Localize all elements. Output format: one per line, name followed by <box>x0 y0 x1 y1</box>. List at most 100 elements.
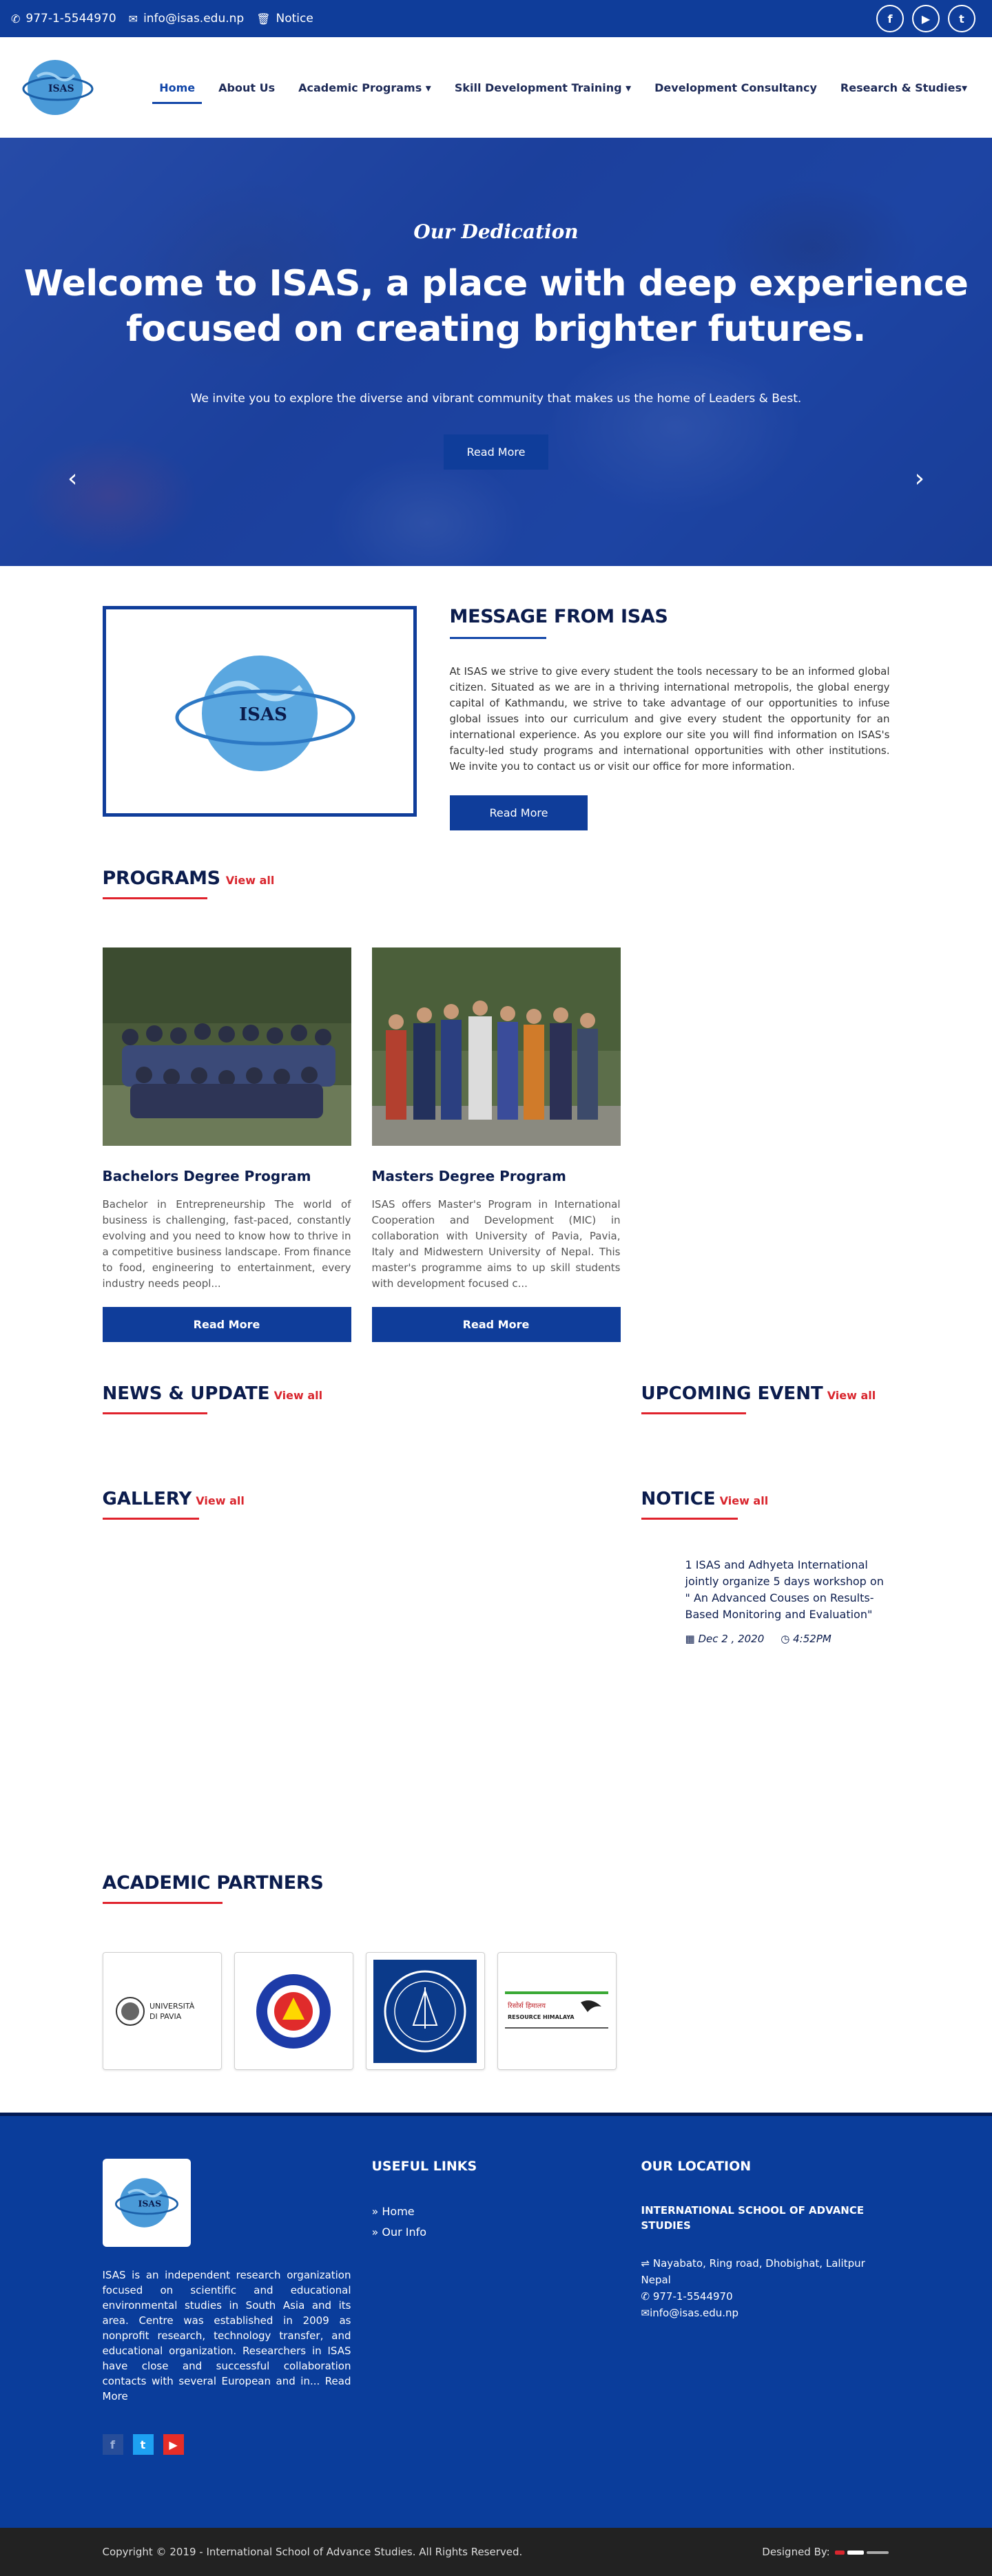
footer-social: f t ▶ <box>102 2434 351 2455</box>
masters-group-photo[interactable] <box>371 947 621 1146</box>
footer-about-text: ISAS is an independent research organiza… <box>102 2269 351 2402</box>
news-view-all-link[interactable]: View all <box>274 1389 323 1402</box>
hero-slider: ‹ › Our Dedication Welcome to ISAS, a pl… <box>0 138 992 566</box>
notice-date-text: Dec 2 , 2020 <box>698 1633 765 1645</box>
phone-text: 977-1-5544970 <box>25 12 116 25</box>
youtube-icon[interactable]: ▶ <box>163 2434 184 2455</box>
resource-himalaya-logo-icon: रिसोर्स हिमालय RESOURCE HIMALAYA <box>505 1991 608 2029</box>
program-card: Masters Degree Program ISAS offers Maste… <box>371 947 621 1342</box>
message-section: ISAS MESSAGE FROM ISAS At ISAS we strive… <box>102 566 890 830</box>
hero-content: Our Dedication Welcome to ISAS, a place … <box>0 138 992 470</box>
double-chevron-icon: » <box>371 2226 382 2239</box>
footer-link-home[interactable]: » Home <box>372 2201 621 2222</box>
nav-development-consultancy[interactable]: Development Consultancy <box>654 76 817 100</box>
notice-meta: ▦ Dec 2 , 2020 ◷ 4:52PM <box>685 1633 890 1645</box>
main-content: ISAS MESSAGE FROM ISAS At ISAS we strive… <box>102 566 890 2070</box>
notice-underline <box>641 1518 738 1520</box>
footer-link-home-label: Home <box>382 2205 415 2218</box>
notice-date: ▦ Dec 2 , 2020 <box>685 1633 765 1645</box>
gallery-header: GALLERY View all <box>103 1489 358 1509</box>
events-heading: UPCOMING EVENT <box>641 1383 823 1404</box>
twitter-icon[interactable]: t <box>132 2434 154 2455</box>
facebook-icon[interactable]: f <box>102 2434 123 2455</box>
news-events-row: NEWS & UPDATE View all UPCOMING EVENT Vi… <box>102 1383 890 1414</box>
gallery-underline <box>102 1518 199 1520</box>
nav-research-studies[interactable]: Research & Studies▾ <box>840 76 967 100</box>
hero-read-more-button[interactable]: Read More <box>443 434 549 470</box>
footer-logo[interactable]: ISAS <box>102 2159 191 2247</box>
gallery-view-all-link[interactable]: View all <box>196 1494 245 1507</box>
double-chevron-icon: » <box>371 2205 382 2218</box>
address-text: Nayabato, Ring road, Dhobighat, Lalitpur… <box>641 2257 865 2286</box>
program-card: Bachelors Degree Program Bachelor in Ent… <box>102 947 351 1342</box>
notice-link[interactable]: 🗑 Notice <box>256 12 313 25</box>
chevron-right-icon[interactable]: › <box>915 465 924 493</box>
svg-text:DI PAVIA: DI PAVIA <box>149 2012 182 2021</box>
footer-link-our-info[interactable]: » Our Info <box>372 2222 621 2243</box>
notice-view-all-link[interactable]: View all <box>720 1494 769 1507</box>
email-row[interactable]: ✉info@isas.edu.np <box>641 2305 890 2321</box>
program-read-more-button[interactable]: Read More <box>371 1307 621 1342</box>
program-description: ISAS offers Master's Program in Internat… <box>371 1198 621 1290</box>
events-view-all-link[interactable]: View all <box>827 1389 876 1402</box>
programs-list: Bachelors Degree Program Bachelor in Ent… <box>102 947 890 1342</box>
globe-logo-icon: ISAS <box>114 2178 178 2228</box>
notice-item-link[interactable]: 1 ISAS and Adhyeta International jointly… <box>685 1557 890 1623</box>
contact-info: ✆ 977-1-5544970 ✉ info@isas.edu.np 🗑 Not… <box>11 12 313 25</box>
chevron-left-icon[interactable]: ‹ <box>68 465 77 493</box>
partner-logo-midwestern[interactable] <box>234 1952 353 2070</box>
hero-dedication: Our Dedication <box>413 220 579 243</box>
globe-logo-icon: ISAS <box>22 57 94 118</box>
footer-phone-text: 977-1-5544970 <box>652 2290 733 2303</box>
phone-link[interactable]: ✆ 977-1-5544970 <box>11 12 116 25</box>
hero-title-line2: focused on creating brighter futures. <box>126 308 866 350</box>
twitter-icon[interactable]: t <box>948 5 975 32</box>
news-section: NEWS & UPDATE View all <box>102 1383 358 1414</box>
footer-email-text: info@isas.edu.np <box>650 2307 739 2319</box>
program-title: Masters Degree Program <box>371 1168 566 1184</box>
programs-underline <box>102 897 207 899</box>
useful-links-heading: USEFUL LINKS <box>371 2159 477 2174</box>
program-read-more-button[interactable]: Read More <box>102 1307 351 1342</box>
nav-menu: Home About Us Academic Programs ▾ Skill … <box>152 76 967 104</box>
partners-list: UNIVERSITÀ DI PAVIA रिसोर्स हिमालय RESOU… <box>102 1952 890 2070</box>
isas-logo[interactable]: ISAS <box>17 49 99 126</box>
svg-text:ISAS: ISAS <box>138 2198 161 2208</box>
nav-academic-programs[interactable]: Academic Programs ▾ <box>298 76 431 100</box>
designed-by[interactable]: Designed By: <box>762 2546 889 2558</box>
tribhuvan-seal-icon <box>373 1959 477 2063</box>
phone-row[interactable]: ✆ 977-1-5544970 <box>641 2288 890 2305</box>
gallery-notice-row: GALLERY View all NOTICE View all 1 ISAS … <box>102 1489 890 1645</box>
notice-text: Notice <box>276 12 313 25</box>
footer-content: ISAS ISAS is an independent research org… <box>102 2159 890 2455</box>
contact-details: ⇌ Nayabato, Ring road, Dhobighat, Lalitp… <box>641 2255 890 2321</box>
social-links: f ▶ t <box>876 5 975 32</box>
hero-subtitle: We invite you to explore the diverse and… <box>190 392 802 406</box>
message-read-more-button[interactable]: Read More <box>449 795 588 830</box>
partner-logo-resource-himalaya[interactable]: रिसोर्स हिमालय RESOURCE HIMALAYA <box>497 1952 617 2070</box>
svg-text:RESOURCE HIMALAYA: RESOURCE HIMALAYA <box>508 2014 575 2020</box>
nav-skill-development[interactable]: Skill Development Training ▾ <box>455 76 631 100</box>
partners-underline <box>102 1902 223 1904</box>
email-link[interactable]: ✉ info@isas.edu.np <box>129 12 245 25</box>
message-image: ISAS <box>102 606 417 817</box>
nav-home[interactable]: Home <box>152 76 203 104</box>
hero-title: Welcome to ISAS, a place with deep exper… <box>0 261 992 352</box>
trash-icon: 🗑 <box>256 12 271 25</box>
programs-view-all-link[interactable]: View all <box>226 874 275 887</box>
programs-header: PROGRAMS View all <box>103 868 890 889</box>
top-bar: ✆ 977-1-5544970 ✉ info@isas.edu.np 🗑 Not… <box>0 0 992 37</box>
events-header: UPCOMING EVENT View all <box>641 1383 890 1404</box>
calendar-icon: ▦ <box>685 1633 699 1645</box>
facebook-icon[interactable]: f <box>876 5 904 32</box>
nav-about-us[interactable]: About Us <box>218 76 275 100</box>
partners-heading: ACADEMIC PARTNERS <box>102 1872 324 1894</box>
bachelors-group-photo[interactable] <box>102 947 351 1146</box>
partner-logo-pavia[interactable]: UNIVERSITÀ DI PAVIA <box>102 1952 222 2070</box>
svg-text:रिसोर्स हिमालय: रिसोर्स हिमालय <box>508 2002 546 2010</box>
phone-icon: ✆ <box>641 2290 653 2303</box>
phone-icon: ✆ <box>11 12 21 25</box>
main-navigation: ISAS Home About Us Academic Programs ▾ S… <box>0 37 992 138</box>
partner-logo-tribhuvan[interactable] <box>365 1952 485 2070</box>
youtube-icon[interactable]: ▶ <box>912 5 940 32</box>
